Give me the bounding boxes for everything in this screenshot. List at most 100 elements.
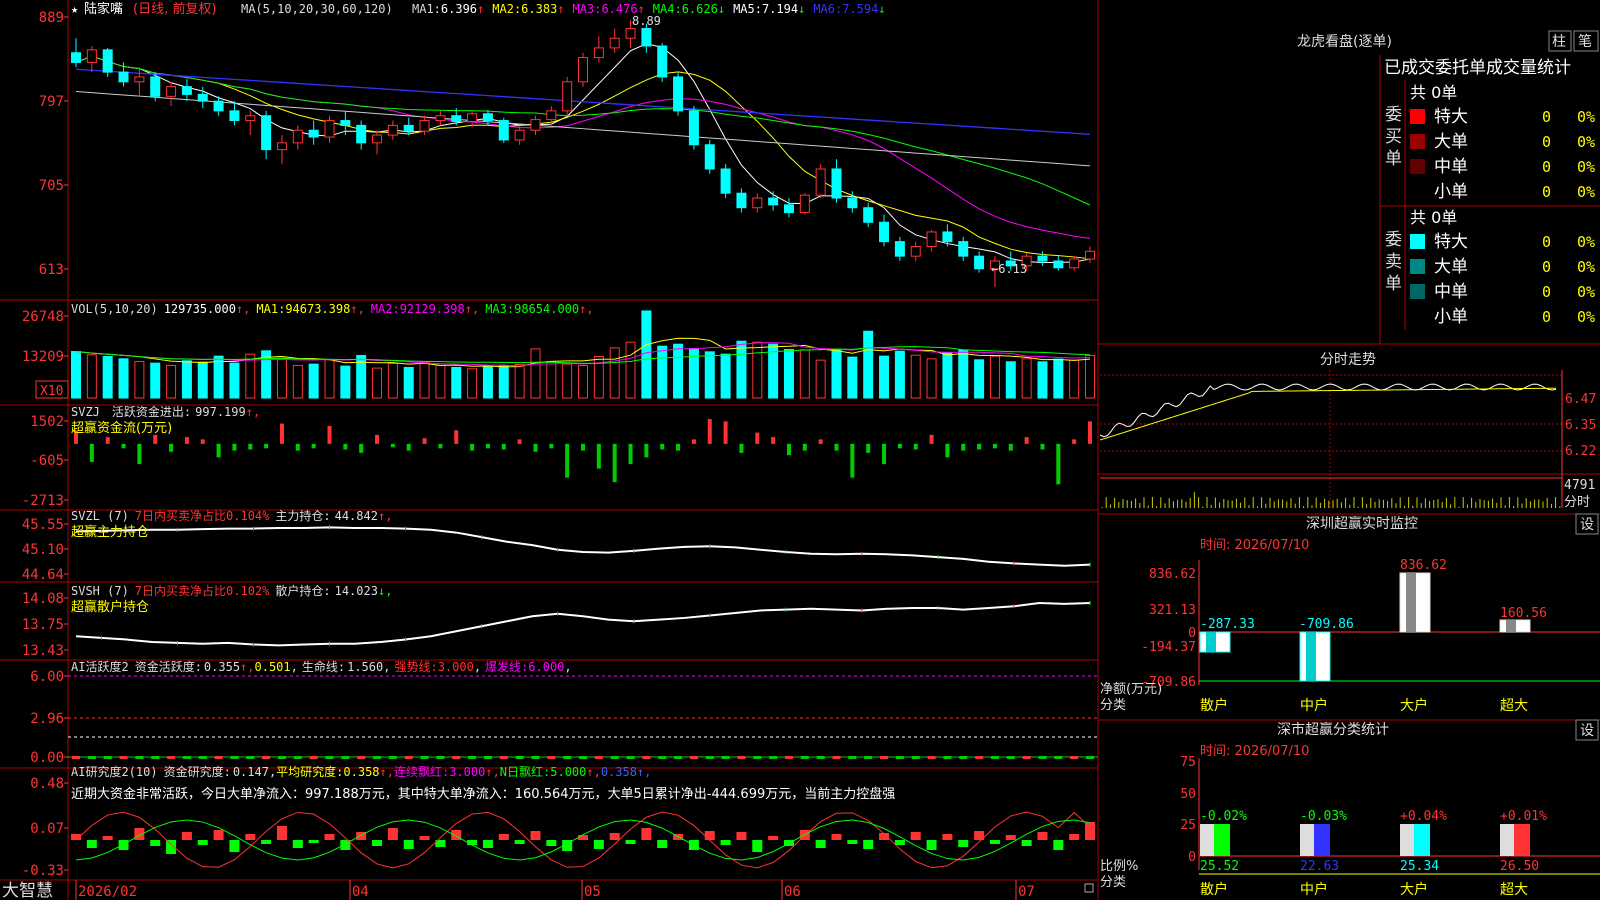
ma-value: 6.383 (521, 2, 557, 16)
flow-bar (517, 439, 522, 444)
volume-ma-value: 98654.000 (514, 302, 579, 316)
activity-bar (848, 756, 857, 759)
flow-bar (1056, 443, 1061, 485)
volume-bar (1021, 358, 1032, 399)
flow-bar (1024, 437, 1029, 444)
candle (181, 86, 192, 95)
research-bar (229, 840, 240, 852)
ma-label: MA5: (733, 2, 762, 16)
flow-bar (755, 432, 760, 444)
category-swatch (1410, 159, 1425, 174)
volume-bar (86, 354, 97, 399)
chart-mode[interactable]: (日线, 前复权) (133, 1, 216, 17)
intraday-vol-unit: 分时 (1564, 495, 1590, 510)
activity-bar (103, 756, 112, 759)
svsh-chart[interactable] (75, 600, 1091, 647)
candle (403, 124, 414, 132)
volume-bar (720, 353, 731, 399)
flow-bar (295, 443, 300, 451)
activity-bar (1070, 756, 1079, 759)
stat-y-label: 25 (1180, 818, 1196, 833)
ma-label: MA3: (573, 2, 602, 16)
stat-pct-label: 26.50 (1500, 859, 1539, 874)
candle (324, 120, 335, 138)
y-tick-label: -2713 (22, 493, 64, 509)
stat-category: 超大 (1500, 882, 1528, 898)
y-tick-label: 0.00 (30, 750, 64, 766)
research-bar (213, 830, 224, 840)
flow-bar (802, 443, 807, 451)
candle (641, 28, 652, 47)
volume-bar (276, 357, 287, 399)
y-tick-label: 13209 (22, 349, 64, 365)
ai-activity-chart[interactable] (68, 675, 1098, 759)
svzj-chart[interactable] (74, 419, 1092, 485)
flow-bar (121, 443, 126, 449)
flow-bar (311, 443, 316, 449)
monitor-bar-shade (1206, 632, 1216, 652)
category-swatch (1410, 134, 1425, 149)
flow-bar (343, 443, 348, 450)
volume-bar (530, 348, 541, 399)
high-label: 8.89 (632, 14, 661, 28)
flow-bar (438, 443, 443, 449)
volume-bar (514, 363, 525, 399)
activity-bar (816, 756, 825, 759)
candle (847, 197, 858, 209)
activity-bar (642, 756, 651, 759)
ma-value: 6.626 (682, 2, 718, 16)
flow-bar (897, 443, 902, 449)
svsh-subtitle: 超赢散户持仓 (71, 599, 149, 615)
activity-bar (927, 756, 936, 759)
activity-bar (404, 756, 413, 759)
research-bar (324, 834, 335, 840)
volume-ma-label: MA1: (256, 302, 285, 316)
activity-bar (341, 756, 350, 759)
activity-bar (705, 756, 714, 759)
volume-bar (229, 362, 240, 399)
flow-bar (390, 443, 395, 448)
lock-icon[interactable] (1084, 883, 1094, 893)
flow-bar (422, 438, 427, 444)
candle (71, 52, 81, 63)
svzl-chart[interactable] (75, 525, 1091, 567)
x-tick-label: 2026/02 (78, 884, 137, 900)
sz-stat-time: 时间: 2026/07/10 (1200, 744, 1309, 759)
research-bar (815, 840, 826, 848)
candle (704, 144, 715, 170)
sz-monitor-time: 时间: 2026/07/10 (1200, 538, 1309, 553)
stat-y-label: 75 (1180, 755, 1196, 770)
price-line (1099, 383, 1557, 438)
candle (546, 110, 557, 121)
favorite-star-icon[interactable]: ★ (71, 2, 78, 16)
candle (1053, 260, 1064, 269)
research-bar (1021, 840, 1032, 846)
activity-bar (420, 756, 429, 759)
volume-chart[interactable] (35, 310, 1095, 399)
candle (926, 231, 937, 247)
ai-activity-header: AI活跃度2 资金活跃度: 0.355↑,0.501, 生命线: 1.560, 强势线:3… (71, 659, 572, 674)
research-bar (609, 833, 620, 840)
activity-bar (72, 756, 80, 759)
volume-bar (673, 343, 684, 399)
volume-bar (942, 352, 953, 399)
kline-chart[interactable] (71, 19, 1095, 288)
ma-line (75, 90, 1091, 167)
ma-label: MA2: (492, 2, 521, 16)
volume-bar (467, 368, 478, 399)
candle (150, 76, 161, 97)
activity-bar (182, 756, 191, 759)
y-tick-label: -605 (30, 453, 64, 469)
candle (482, 113, 493, 122)
tick-mode-label: 笔 (1578, 34, 1592, 50)
category-swatch (1410, 284, 1425, 299)
sz-monitor-title: 深圳超赢实时监控 (1306, 515, 1418, 532)
activity-bar (246, 756, 255, 759)
flow-bar (533, 443, 538, 452)
intraday-chart[interactable]: 6.47 6.35 6.22 4791 分时 (1099, 370, 1596, 510)
ma-value: 6.396 (441, 2, 477, 16)
intraday-vol-label: 4791 (1564, 478, 1595, 493)
ai-research-chart[interactable] (71, 811, 1095, 869)
x-tick-label: 04 (352, 884, 369, 900)
activity-bar (769, 756, 778, 759)
